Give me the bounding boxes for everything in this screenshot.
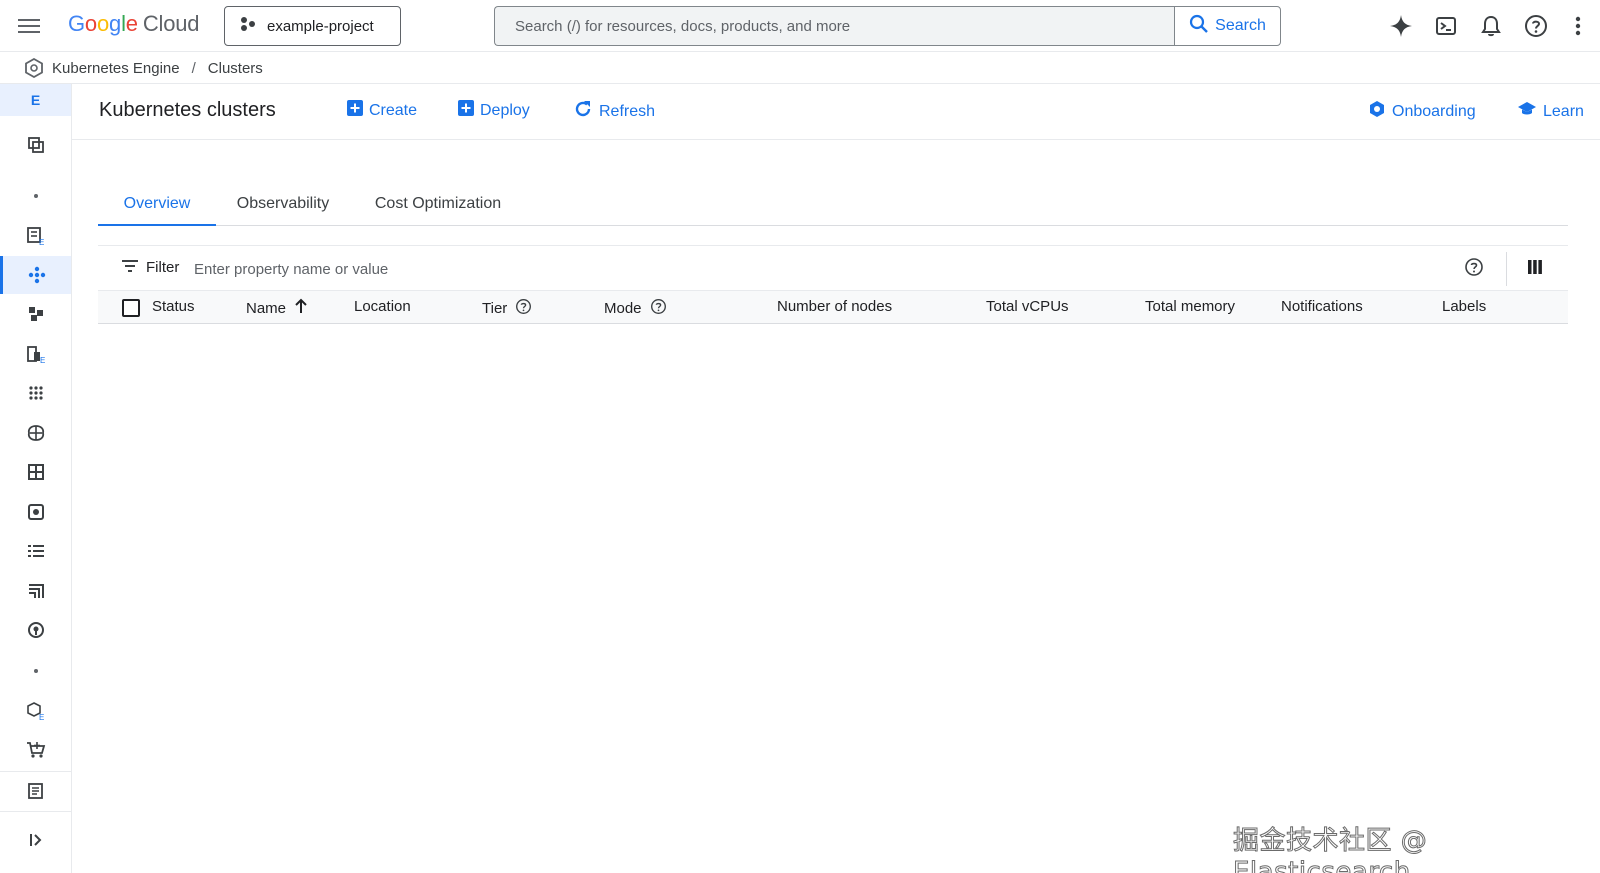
add-box-icon [458,100,474,121]
deploy-button-label: Deploy [480,101,530,119]
column-header-tier[interactable]: Tier [482,298,532,319]
column-header-location[interactable]: Location [354,298,411,315]
object-list-icon[interactable] [0,532,71,570]
column-header-total-vcpus[interactable]: Total vCPUs [986,298,1069,315]
page-header: Kubernetes clusters Create Deploy Refres… [72,84,1600,140]
deploy-button[interactable]: Deploy [458,100,530,121]
tab-observability[interactable]: Observability [218,186,348,226]
rail-divider [0,811,71,812]
column-header-labels[interactable]: Labels [1442,298,1486,315]
svg-text:E: E [39,238,44,246]
cart-icon[interactable] [0,731,71,769]
breadcrumb: Kubernetes Engine / Clusters [0,53,1600,84]
learn-button-label: Learn [1543,102,1584,120]
filter-input[interactable] [194,255,1394,283]
cloud-shell-icon[interactable] [1433,13,1459,39]
project-picker-button[interactable]: example-project [224,6,401,46]
workloads-icon[interactable]: E [0,217,71,255]
refresh-button-label: Refresh [599,102,656,120]
column-header-status[interactable]: Status [152,298,195,315]
column-header-total-memory[interactable]: Total memory [1145,298,1235,315]
search-icon [1189,14,1209,39]
help-icon[interactable] [1464,257,1484,282]
filter-toggle[interactable]: Filter [122,259,179,276]
help-icon[interactable] [650,298,667,319]
gemini-sparkle-icon[interactable] [1388,13,1414,39]
tab-bar: Overview Observability Cost Optimization [98,186,1568,226]
breadcrumb-current-page: Clusters [207,59,263,77]
applications-icon[interactable] [0,295,71,333]
watermark: 掘金技术社区 @ Elasticsearch [1233,826,1428,873]
filter-divider [1506,252,1507,286]
create-button-label: Create [369,101,418,119]
onboarding-button-label: Onboarding [1392,102,1476,120]
left-nav-rail: E E E E [0,84,72,873]
breadcrumb-product-link[interactable]: Kubernetes Engine [52,60,180,77]
clusters-nav-icon[interactable] [0,256,71,294]
google-cloud-logo[interactable]: Google Cloud [68,11,199,37]
notifications-bell-icon[interactable] [1478,13,1504,39]
project-icon [239,15,257,37]
marketplace-icon[interactable] [0,572,71,610]
clusters-table-header: Status Name Location Tier Mode Number of… [98,291,1568,324]
select-all-checkbox[interactable] [122,299,140,317]
page-title: Kubernetes clusters [99,99,276,121]
clusters-copy-icon[interactable] [0,126,71,164]
help-icon[interactable] [1523,13,1549,39]
filter-bar: Filter [98,245,1568,291]
product-letter-badge[interactable]: E [0,84,71,116]
svg-text:E: E [40,356,45,364]
search-input[interactable] [495,7,1174,45]
column-display-options-icon[interactable] [1526,258,1544,281]
help-icon[interactable] [515,298,532,319]
apps-grid-icon[interactable] [0,374,71,412]
tab-overview[interactable]: Overview [98,186,216,226]
search-button[interactable]: Search [1174,6,1281,46]
sort-ascending-arrow-icon [294,298,308,318]
section-dot-icon [0,177,71,215]
kubernetes-engine-icon [24,58,44,78]
search-box [494,6,1174,46]
table-grid-icon[interactable] [0,453,71,491]
release-notes-icon[interactable] [0,772,71,810]
config-icon[interactable]: E [0,692,71,730]
column-header-number-of-nodes[interactable]: Number of nodes [777,298,892,315]
tab-cost-optimization[interactable]: Cost Optimization [358,186,518,226]
more-options-icon[interactable] [1565,13,1591,39]
search-button-label: Search [1215,17,1266,34]
main-menu-icon[interactable] [16,13,42,39]
storage-icon[interactable] [0,493,71,531]
refresh-button[interactable]: Refresh [573,99,655,124]
filter-label: Filter [146,259,180,276]
security-icon[interactable] [0,611,71,649]
column-header-name[interactable]: Name [246,298,308,318]
onboarding-icon [1368,100,1386,123]
project-name: example-project [267,17,374,35]
breadcrumb-separator: / [191,59,196,77]
filter-list-icon [122,259,138,276]
refresh-icon [573,99,593,124]
learn-button[interactable]: Learn [1517,100,1584,123]
expand-nav-icon[interactable] [0,821,71,859]
section-dot-icon [0,652,71,690]
create-button[interactable]: Create [347,100,417,121]
add-box-icon [347,100,363,121]
top-bar: Google Cloud example-project Search [0,0,1600,52]
column-header-notifications[interactable]: Notifications [1281,298,1363,315]
onboarding-button[interactable]: Onboarding [1368,100,1476,123]
secrets-icon[interactable]: E [0,335,71,373]
ai-brain-icon[interactable] [0,414,71,452]
school-icon [1517,100,1537,123]
column-header-mode[interactable]: Mode [604,298,667,319]
svg-text:E: E [39,713,44,721]
